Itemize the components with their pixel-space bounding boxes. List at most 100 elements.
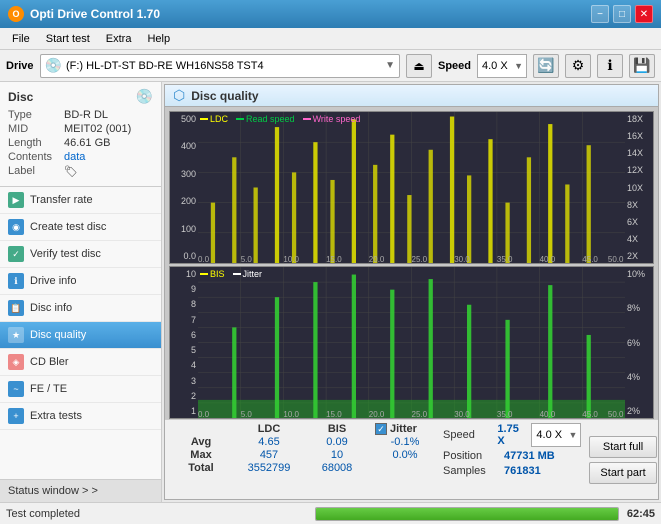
app-title: Opti Drive Control 1.70	[30, 7, 160, 21]
sidebar-item-disc-info[interactable]: 📋 Disc info	[0, 295, 161, 322]
read-speed-legend-dot	[236, 118, 244, 120]
disc-label-value: 🏷	[64, 165, 78, 178]
stats-avg-label: Avg	[171, 436, 231, 448]
sidebar-item-disc-quality[interactable]: ★ Disc quality	[0, 322, 161, 349]
svg-text:15.0: 15.0	[326, 255, 342, 263]
sidebar-item-label: FE / TE	[30, 383, 67, 395]
write-speed-legend-label: Write speed	[313, 114, 361, 124]
jitter-checkbox[interactable]: ✓	[375, 423, 387, 435]
menu-file[interactable]: File	[4, 31, 38, 47]
charts-container: 500 400 300 200 100 0.0 LDC	[165, 107, 658, 419]
stats-total-ldc: 3552799	[239, 462, 299, 474]
progress-bar-container	[315, 507, 618, 521]
menu-extra[interactable]: Extra	[98, 31, 140, 47]
svg-text:10.0: 10.0	[283, 410, 299, 418]
stats-table: LDC BIS ✓ Jitter Avg 4.65 0.09	[171, 423, 435, 496]
fe-te-icon: ~	[8, 381, 24, 397]
minimize-button[interactable]: −	[591, 5, 609, 23]
save-button[interactable]: 💾	[629, 54, 655, 78]
status-time: 62:45	[627, 508, 655, 520]
close-button[interactable]: ✕	[635, 5, 653, 23]
svg-text:50.0 GB: 50.0 GB	[608, 410, 625, 418]
svg-text:35.0: 35.0	[497, 255, 513, 263]
maximize-button[interactable]: □	[613, 5, 631, 23]
disc-quality-icon: ★	[8, 327, 24, 343]
ldc-chart: 500 400 300 200 100 0.0 LDC	[169, 111, 654, 264]
svg-text:45.0: 45.0	[582, 255, 598, 263]
sidebar-item-label: Transfer rate	[30, 194, 93, 206]
disc-quality-header: ⬡ Disc quality	[165, 85, 658, 107]
stats-area: LDC BIS ✓ Jitter Avg 4.65 0.09	[165, 419, 658, 499]
stats-jitter-cb-col: ✓ Jitter	[375, 423, 435, 435]
refresh-button[interactable]: 🔄	[533, 54, 559, 78]
status-window-button[interactable]: Status window > >	[0, 479, 161, 502]
speed-value: 1.75 X	[497, 423, 525, 447]
sidebar-item-verify-test-disc[interactable]: ✓ Verify test disc	[0, 241, 161, 268]
chevron-down-icon: ▼	[385, 60, 395, 71]
transfer-rate-icon: ▶	[8, 192, 24, 208]
svg-text:20.0: 20.0	[369, 410, 385, 418]
start-full-button[interactable]: Start full	[589, 436, 656, 458]
stats-avg-jitter: -0.1%	[375, 436, 435, 448]
stats-jitter-header: Jitter	[390, 423, 417, 435]
sidebar-item-label: Verify test disc	[30, 248, 101, 260]
settings-button[interactable]: ⚙	[565, 54, 591, 78]
stats-col-empty	[171, 423, 231, 435]
position-value: 47731 MB	[504, 450, 555, 462]
speed-dropdown[interactable]: 4.0 X 2.0 X	[531, 423, 581, 447]
info-button[interactable]: ℹ	[597, 54, 623, 78]
ldc-chart-main: LDC Read speed Write speed	[198, 112, 625, 263]
disc-contents-label: Contents	[8, 151, 64, 163]
svg-text:15.0: 15.0	[326, 410, 342, 418]
menu-help[interactable]: Help	[139, 31, 178, 47]
sidebar-item-extra-tests[interactable]: + Extra tests	[0, 403, 161, 430]
verify-test-disc-icon: ✓	[8, 246, 24, 262]
sidebar-item-label: Disc quality	[30, 329, 86, 341]
toolbar: Drive 💿 (F:) HL-DT-ST BD-RE WH16NS58 TST…	[0, 50, 661, 82]
stats-avg-ldc: 4.65	[239, 436, 299, 448]
stats-max-bis: 10	[307, 449, 367, 461]
menu-start-test[interactable]: Start test	[38, 31, 98, 47]
sidebar-item-drive-info[interactable]: ℹ Drive info	[0, 268, 161, 295]
speed-select[interactable]: 4.0 X 2.0 X 1.0 X	[477, 54, 527, 78]
eject-button[interactable]: ⏏	[406, 54, 432, 78]
bis-chart-main: BIS Jitter	[198, 267, 625, 418]
bis-y-left: 10 9 8 7 6 5 4 3 2 1	[170, 267, 198, 418]
sidebar-item-transfer-rate[interactable]: ▶ Transfer rate	[0, 187, 161, 214]
sidebar-item-create-test-disc[interactable]: ◉ Create test disc	[0, 214, 161, 241]
create-test-disc-icon: ◉	[8, 219, 24, 235]
disc-length-value: 46.61 GB	[64, 137, 110, 149]
content-area: ⬡ Disc quality 500 400 300 200 100 0.0	[162, 82, 661, 502]
jitter-legend-label: Jitter	[243, 269, 263, 279]
disc-quality-panel: ⬡ Disc quality 500 400 300 200 100 0.0	[164, 84, 659, 500]
svg-text:25.0: 25.0	[412, 255, 428, 263]
svg-text:0.0: 0.0	[198, 255, 210, 263]
disc-contents-value: data	[64, 151, 85, 163]
ldc-y-left: 500 400 300 200 100 0.0	[170, 112, 198, 263]
svg-text:10.0: 10.0	[283, 255, 299, 263]
stats-ldc-header: LDC	[239, 423, 299, 435]
title-bar: O Opti Drive Control 1.70 − □ ✕	[0, 0, 661, 28]
cd-bler-icon: ◈	[8, 354, 24, 370]
sidebar-item-fe-te[interactable]: ~ FE / TE	[0, 376, 161, 403]
progress-bar-fill	[316, 508, 617, 520]
disc-section: Disc 💿 Type BD-R DL MID MEIT02 (001) Len…	[0, 82, 161, 187]
bis-y-right: 10% 8% 6% 4% 2%	[625, 267, 653, 418]
drive-select[interactable]: 💿 (F:) HL-DT-ST BD-RE WH16NS58 TST4 ▼	[40, 54, 400, 78]
stats-header-row: LDC BIS ✓ Jitter	[171, 423, 435, 435]
stats-avg-row: Avg 4.65 0.09 -0.1%	[171, 436, 435, 448]
disc-icon-button[interactable]: 💿	[136, 88, 153, 105]
svg-text:0.0: 0.0	[198, 410, 210, 418]
start-part-button[interactable]: Start part	[589, 462, 656, 484]
svg-text:25.0: 25.0	[412, 410, 428, 418]
svg-text:5.0: 5.0	[241, 255, 253, 263]
stats-max-ldc: 457	[239, 449, 299, 461]
disc-quality-title: Disc quality	[191, 89, 258, 103]
bis-legend-label: BIS	[210, 269, 225, 279]
drive-info-icon: ℹ	[8, 273, 24, 289]
stats-total-label: Total	[171, 462, 231, 474]
stats-total-row: Total 3552799 68008	[171, 462, 435, 474]
samples-label: Samples	[443, 465, 498, 477]
drive-icon: 💿	[45, 57, 62, 74]
sidebar-item-cd-bler[interactable]: ◈ CD Bler	[0, 349, 161, 376]
